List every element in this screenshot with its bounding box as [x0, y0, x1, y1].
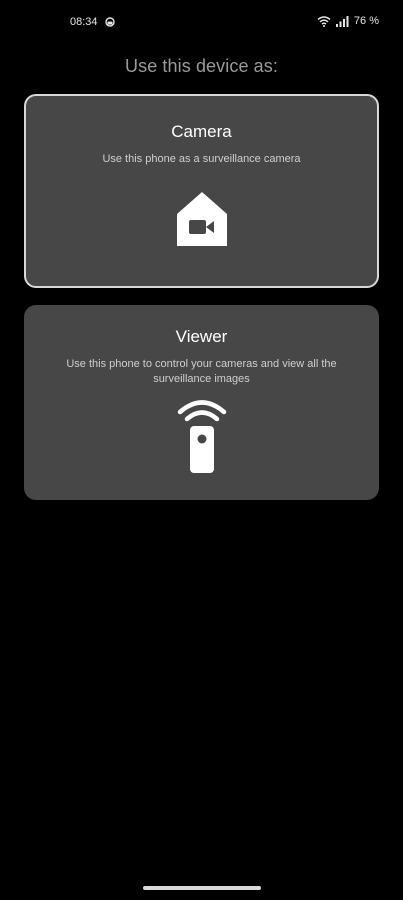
viewer-card-description: Use this phone to control your cameras a… — [66, 358, 337, 385]
remote-control-icon — [176, 399, 228, 478]
camera-option-card[interactable]: Camera Use this phone as a surveillance … — [24, 94, 379, 288]
viewer-card-title: Viewer — [175, 327, 228, 346]
home-indicator[interactable] — [143, 886, 261, 890]
camera-card-title: Camera — [171, 122, 232, 141]
status-left: 08:34 — [70, 16, 115, 28]
wifi-icon — [317, 15, 331, 27]
notification-icon — [104, 17, 115, 27]
camera-card-description: Use this phone as a surveillance camera — [102, 153, 301, 165]
signal-icon — [335, 15, 349, 27]
status-bar: 08:34 76 % — [0, 0, 403, 46]
status-right: 76 % — [317, 15, 379, 27]
battery-level: 76 % — [353, 15, 379, 27]
page-title: Use this device as: — [125, 56, 278, 76]
house-camera-icon — [175, 190, 229, 253]
status-time: 08:34 — [70, 16, 98, 28]
viewer-option-card[interactable]: Viewer Use this phone to control your ca… — [24, 305, 379, 500]
